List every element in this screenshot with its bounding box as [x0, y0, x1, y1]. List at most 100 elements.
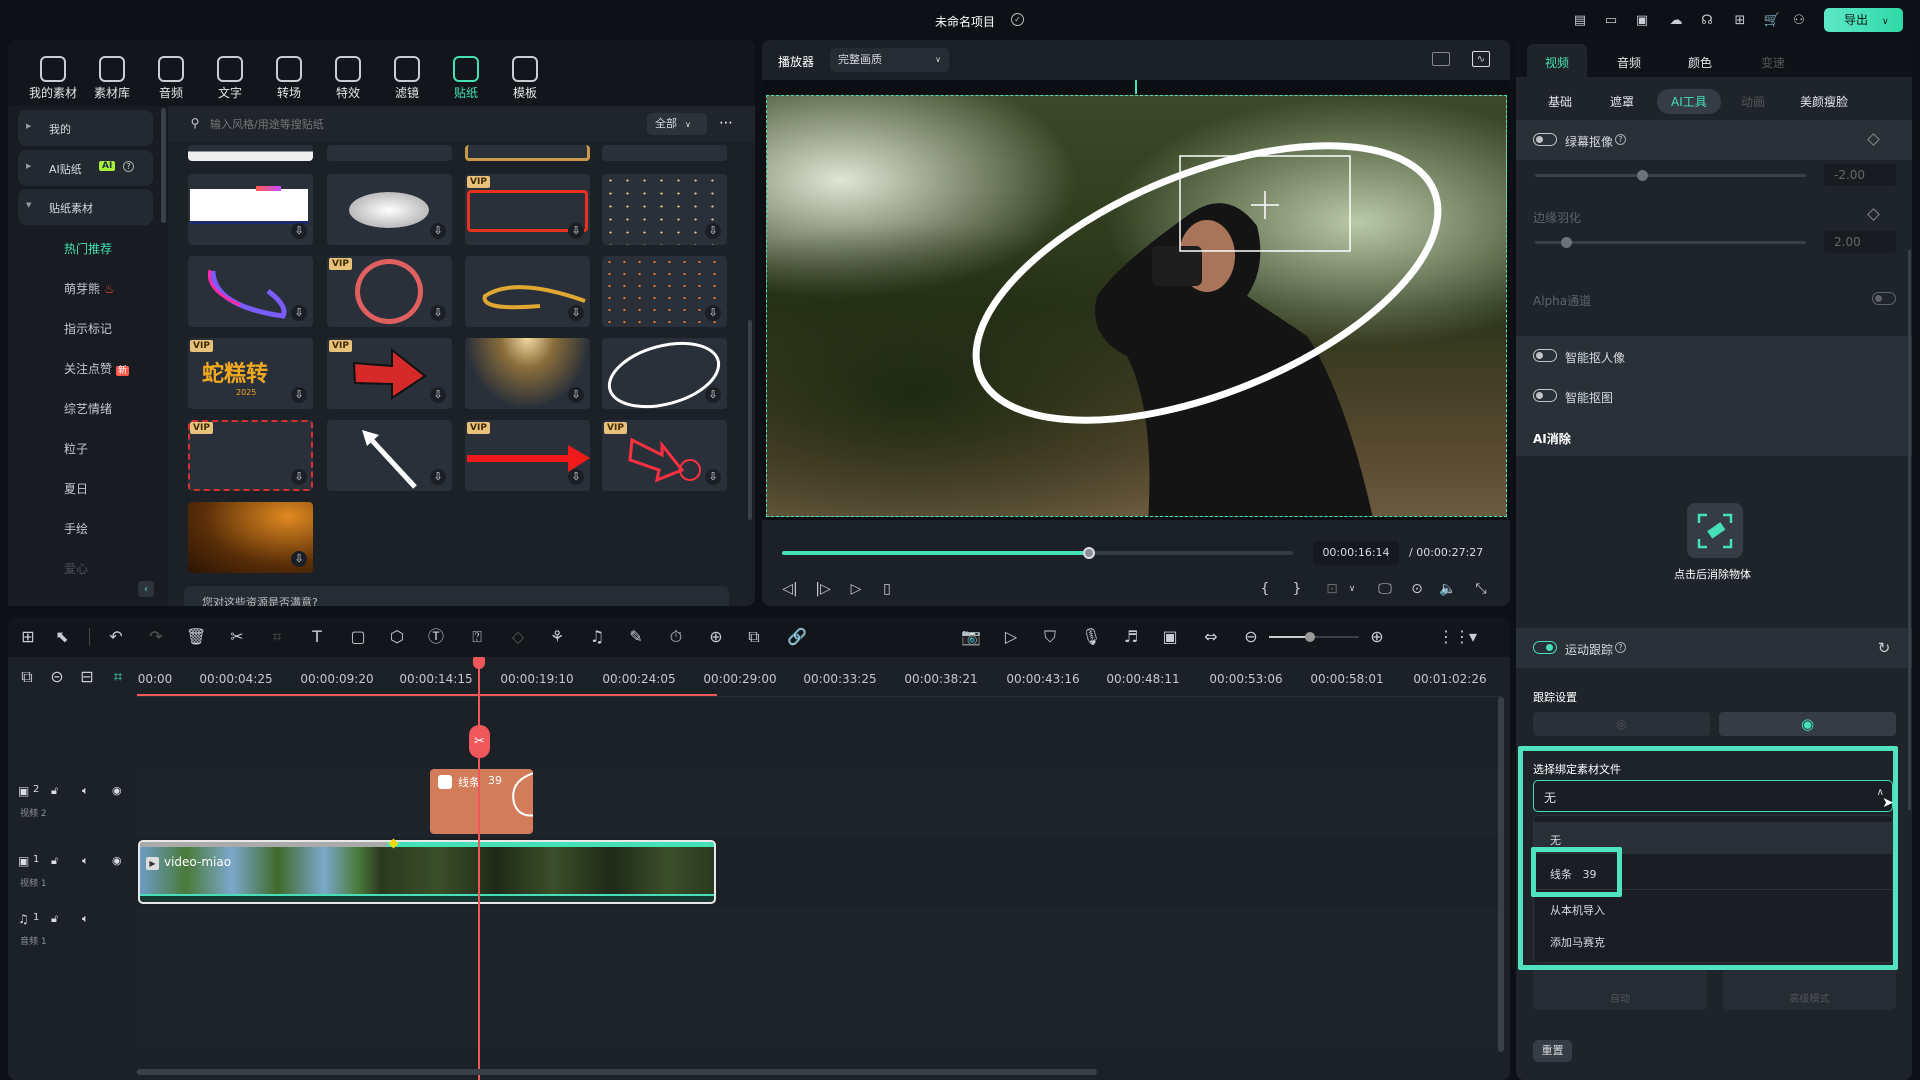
ai-audio-icon[interactable]: ♫	[587, 627, 607, 647]
export-button[interactable]: 导出 ∨	[1824, 8, 1903, 32]
add-track-icon[interactable]: ⧉	[17, 667, 37, 687]
inspector-tab-0[interactable]: 视频	[1545, 54, 1569, 71]
tracking-mode-preview[interactable]: ◉	[1719, 712, 1896, 736]
timeline-zoom-handle[interactable]	[1305, 632, 1315, 642]
media-tab-3[interactable]: 文字	[202, 50, 258, 101]
volume-icon[interactable]: 🔈︎	[82, 784, 89, 798]
save-icon[interactable]: ▣	[1634, 12, 1650, 28]
timeline-h-scrollbar[interactable]	[137, 1069, 1097, 1075]
edge-feather-value[interactable]: 2.00	[1824, 231, 1896, 253]
chroma-value[interactable]: -2.00	[1824, 164, 1896, 186]
download-icon[interactable]: ⇩	[430, 223, 446, 239]
speech-text-icon[interactable]: Ⓣ	[426, 627, 446, 647]
download-icon[interactable]: ⇩	[568, 387, 584, 403]
sticker-tile-white-ellipse[interactable]: ⇩	[602, 338, 727, 409]
mark-out-icon[interactable]: }	[1288, 580, 1306, 598]
undo-icon[interactable]: ↶	[106, 627, 126, 647]
inspector-tab-2[interactable]: 颜色	[1688, 54, 1712, 71]
inspector-scrollbar[interactable]	[1908, 250, 1911, 810]
reset-button[interactable]: 重置	[1533, 1040, 1572, 1062]
next-frame-icon[interactable]: |▷	[814, 580, 832, 598]
snapshot-icon[interactable]: ⊙	[1408, 580, 1426, 598]
download-icon[interactable]: ⇩	[568, 305, 584, 321]
inspector-tab-1[interactable]: 音频	[1617, 54, 1641, 71]
playback-icon[interactable]: ▷	[1001, 627, 1021, 647]
reset-icon[interactable]: ↻	[1876, 639, 1892, 657]
sidebar-item-4[interactable]: 综艺情绪	[64, 400, 112, 417]
download-icon[interactable]: ⇩	[291, 469, 307, 485]
stop-icon[interactable]: ▯	[878, 580, 896, 598]
collapse-sidebar-button[interactable]: ‹	[138, 581, 154, 597]
lock-icon[interactable]: 🔓︎	[51, 784, 58, 798]
inspector-subtab-1[interactable]: 遮罩	[1610, 93, 1634, 110]
media-tab-1[interactable]: 素材库	[84, 50, 140, 101]
smart-portrait-toggle[interactable]	[1533, 349, 1557, 362]
prev-frame-icon[interactable]: ◁|	[781, 580, 799, 598]
sticker-tile-white-arrow[interactable]: ⇩	[327, 420, 452, 491]
edge-feather-handle[interactable]	[1561, 237, 1572, 248]
sidebar-group-2[interactable]: ▼ 贴纸素材	[18, 189, 153, 225]
split-scissors-button[interactable]: ✂	[469, 725, 490, 758]
mask-icon[interactable]: ⬡	[387, 627, 407, 647]
sidebar-item-8[interactable]: 爱心	[64, 560, 88, 577]
marker-icon[interactable]: ⛉	[1040, 627, 1060, 647]
redo-icon[interactable]: ↷	[146, 627, 166, 647]
grid-view-icon[interactable]	[1432, 52, 1450, 66]
volume-icon[interactable]: 🔈︎	[82, 912, 89, 926]
download-icon[interactable]: ⇩	[430, 469, 446, 485]
cart-icon[interactable]: 🛒	[1764, 12, 1780, 28]
download-icon[interactable]: ⇩	[430, 387, 446, 403]
download-icon[interactable]: ⇩	[705, 223, 721, 239]
sidebar-item-2[interactable]: 指示标记	[64, 320, 112, 337]
text-icon[interactable]: T	[307, 627, 327, 647]
sticker-tile-light-rays[interactable]: ⇩	[465, 338, 590, 409]
download-icon[interactable]: ⇩	[291, 387, 307, 403]
playhead-handle[interactable]	[473, 657, 485, 669]
sidebar-item-7[interactable]: 手绘	[64, 520, 88, 537]
media-tab-8[interactable]: 模板	[497, 50, 553, 101]
lock-icon[interactable]: 🔓︎	[51, 854, 58, 868]
sticker-tile-gold-stroke[interactable]: ⇩	[465, 256, 590, 327]
sticker-tile-banner[interactable]: ⇩	[188, 174, 313, 245]
scene-icon[interactable]: ▣	[1160, 627, 1180, 647]
sticker-tile-partial[interactable]	[188, 145, 313, 161]
sticker-tile-swoosh[interactable]: ⇩	[188, 256, 313, 327]
sidebar-group-0[interactable]: ▶ 我的	[18, 110, 153, 146]
link-icon[interactable]: 🔗	[787, 627, 807, 647]
cut-icon[interactable]: ✂	[227, 627, 247, 647]
edge-feather-slider[interactable]	[1535, 241, 1806, 244]
edit-icon[interactable]: ✎	[626, 627, 646, 647]
sticker-tile-red-line-arrow[interactable]: VIP ⇩	[465, 420, 590, 491]
download-icon[interactable]: ⇩	[291, 223, 307, 239]
sticker-tile-snake-text[interactable]: 蛇糕转 2025 VIP ⇩	[188, 338, 313, 409]
download-icon[interactable]: ⇩	[568, 223, 584, 239]
download-icon[interactable]: ⇩	[291, 305, 307, 321]
camera-add-icon[interactable]: 📷	[961, 627, 981, 647]
delete-icon[interactable]: 🗑	[186, 627, 206, 647]
inspector-tab-3[interactable]: 变速	[1761, 54, 1785, 71]
help-icon[interactable]: ?	[123, 161, 134, 172]
download-icon[interactable]: ⇩	[568, 469, 584, 485]
inspector-subtab-4[interactable]: 美颜瘦脸	[1800, 93, 1848, 110]
freeze-icon[interactable]: ⊕	[706, 627, 726, 647]
media-tab-0[interactable]: 我的素材	[25, 50, 81, 101]
layout-grid-icon[interactable]: ⋮⋮	[1438, 627, 1470, 647]
play-icon[interactable]: ▷	[847, 580, 865, 598]
download-icon[interactable]: ⇩	[291, 551, 307, 567]
media-tab-7[interactable]: 贴纸	[438, 50, 494, 101]
video-frame[interactable]	[766, 95, 1507, 517]
alpha-toggle[interactable]	[1872, 292, 1896, 305]
translate-icon[interactable]: ⍰	[467, 627, 487, 647]
sticker-tile-gold-smoke[interactable]: ⇩	[188, 502, 313, 573]
timeline-v-scrollbar[interactable]	[1498, 697, 1504, 1052]
keyframe-icon[interactable]: ◇	[508, 627, 528, 647]
media-tab-6[interactable]: 滤镜	[379, 50, 435, 101]
sticker-clip[interactable]: 线条 39	[430, 769, 533, 834]
volume-icon[interactable]: 🔈	[1439, 580, 1457, 598]
video-clip[interactable]: ▶ video-miao	[138, 840, 716, 904]
download-icon[interactable]: ⇩	[705, 387, 721, 403]
sidebar-item-3[interactable]: 关注点赞新	[64, 360, 130, 377]
fullscreen-icon[interactable]: ⤡	[1472, 580, 1490, 598]
pointer-icon[interactable]: ⬉	[52, 627, 72, 647]
media-tab-2[interactable]: 音频	[143, 50, 199, 101]
